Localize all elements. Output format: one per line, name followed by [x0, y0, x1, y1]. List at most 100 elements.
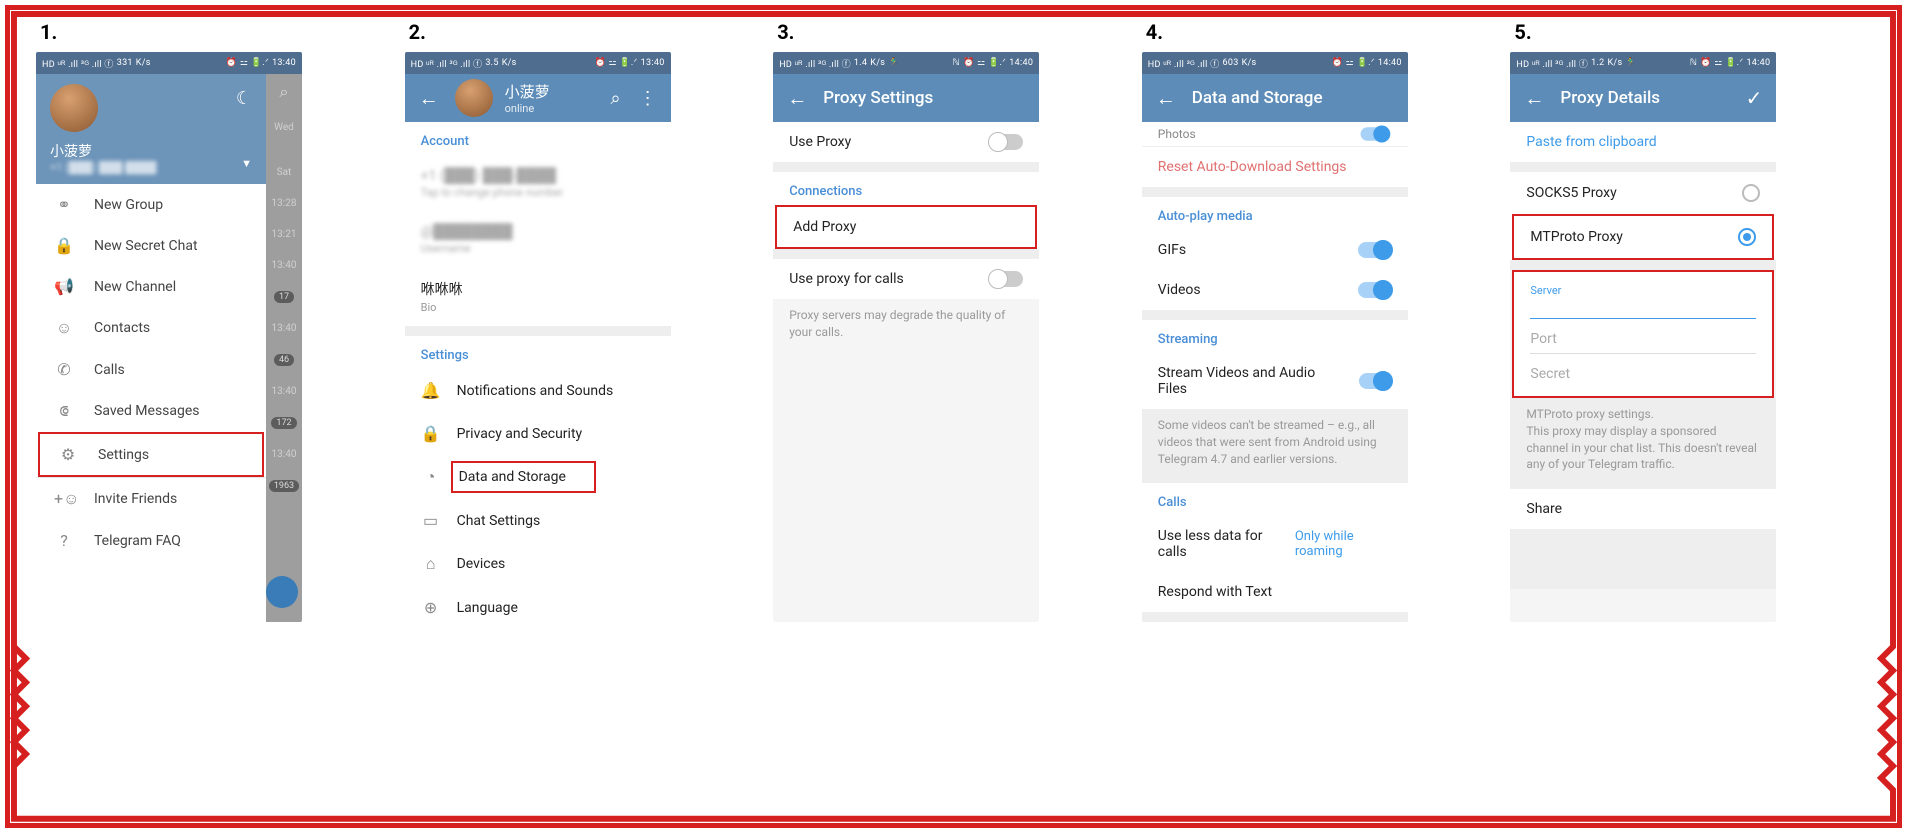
add-proxy-row[interactable]: Add Proxy	[775, 205, 1037, 249]
menu-invite-friends[interactable]: +☺Invite Friends	[36, 478, 266, 520]
account-phone-row[interactable]: +1 (███) ███-████Tap to change phone num…	[405, 155, 671, 211]
section-autoplay: Auto-play media	[1142, 197, 1408, 230]
use-proxy-toggle-row[interactable]: Use Proxy	[773, 122, 1039, 162]
account-username-row[interactable]: @████████Username	[405, 211, 671, 267]
toggle-off[interactable]	[989, 134, 1023, 150]
search-icon[interactable]: ⌕	[611, 88, 621, 109]
toggle-off[interactable]	[989, 271, 1023, 287]
lock-icon: 🔒	[421, 424, 441, 443]
account-dropdown-icon[interactable]: ▼	[241, 157, 252, 170]
chat-list-backdrop: ⌕ Wed Sat 13:28 13:21 13:40 17 13:40 46 …	[266, 74, 302, 622]
menu-new-group[interactable]: ⚭New Group	[36, 184, 266, 225]
drawer-phone: +1 (███) ███-████	[50, 161, 252, 174]
toggle-on[interactable]	[1360, 127, 1389, 141]
mtproto-option[interactable]: MTProto Proxy	[1512, 214, 1774, 260]
reset-autodownload[interactable]: Reset Auto-Download Settings	[1142, 147, 1408, 187]
data-storage-header: ← Data and Storage	[1142, 74, 1408, 122]
phone-screen-2: HD ᵘᴿ .ıll ³ᴳ .ıll ⓕ3.5K/s ⏰ ⚍ 🔋.ᐟ13:40 …	[405, 52, 671, 622]
use-proxy-calls-row[interactable]: Use proxy for calls	[773, 259, 1039, 299]
server-field[interactable]: Server	[1514, 278, 1772, 327]
add-person-icon: +☺	[54, 489, 74, 509]
photos-row[interactable]: Photos	[1142, 122, 1408, 146]
bookmark-icon: ⟃	[54, 401, 74, 421]
mtproto-hint: MTProto proxy settings. This proxy may d…	[1510, 398, 1776, 489]
menu-calls[interactable]: ✆Calls	[36, 349, 266, 390]
port-field[interactable]: Port	[1514, 327, 1772, 362]
less-data-row[interactable]: Use less data for callsOnly while roamin…	[1142, 516, 1408, 572]
stream-row[interactable]: Stream Videos and Audio Files	[1142, 353, 1408, 409]
online-status: online	[505, 102, 550, 115]
save-check-icon[interactable]: ✓	[1746, 86, 1763, 110]
phone-screen-3: HD ᵘᴿ .ıll ³ᴳ .ıll ⓕ1.4K/s🏃‍♂️ ℕ⏰ ⚍ 🔋.ᐟ1…	[773, 52, 1039, 622]
toggle-on[interactable]	[1359, 373, 1392, 389]
server-input[interactable]	[1530, 298, 1756, 319]
bell-icon: 🔔	[421, 381, 441, 400]
radio-off[interactable]	[1742, 184, 1760, 202]
page-title: Proxy Settings	[823, 88, 933, 108]
statusbar: HD ᵘᴿ .ıll ³ᴳ .ıll ⓕ1.2K/s🏃‍♂️ ℕ⏰ ⚍ 🔋.ᐟ1…	[1510, 52, 1776, 74]
settings-notifications[interactable]: 🔔Notifications and Sounds	[405, 369, 671, 412]
statusbar: HD ᵘᴿ .ıll ³ᴳ .ıll ⓕ3.5K/s ⏰ ⚍ 🔋.ᐟ13:40	[405, 52, 671, 74]
menu-new-channel[interactable]: 📢New Channel	[36, 266, 266, 307]
statusbar: HD ᵘᴿ .ıll ³ᴳ .ıll ⓕ1.4K/s🏃‍♂️ ℕ⏰ ⚍ 🔋.ᐟ1…	[773, 52, 1039, 74]
socks5-option[interactable]: SOCKS5 Proxy	[1510, 172, 1776, 214]
proxy-details-header: ← Proxy Details ✓	[1510, 74, 1776, 122]
gifs-row[interactable]: GIFs	[1142, 230, 1408, 270]
radio-on[interactable]	[1738, 228, 1756, 246]
videos-row[interactable]: Videos	[1142, 270, 1408, 310]
share-row[interactable]: Share	[1510, 489, 1776, 529]
proxy-calls-hint: Proxy servers may degrade the quality of…	[773, 299, 1039, 357]
paste-clipboard[interactable]: Paste from clipboard	[1510, 122, 1776, 162]
settings-header: ← 小菠萝 online ⌕ ⋮	[405, 74, 671, 122]
profile-name: 小菠萝	[505, 81, 550, 102]
proxy-settings-header: ← Proxy Settings	[773, 74, 1039, 122]
back-icon[interactable]: ←	[787, 86, 807, 111]
phone-screen-4: HD ᵘᴿ .ıll ³ᴳ .ıll ⓕ603K/s ⏰ ⚍ 🔋.ᐟ14:40 …	[1142, 52, 1408, 622]
menu-settings[interactable]: ⚙Settings	[38, 432, 264, 477]
search-icon[interactable]: ⌕	[280, 82, 289, 102]
back-icon[interactable]: ←	[1524, 86, 1544, 111]
phone-screen-1: HD ᵘᴿ .ıll ³ᴳ .ıll ⓕ331K/s ⏰ ⚍ 🔋.ᐟ13:40 …	[36, 52, 302, 622]
person-icon: ☺	[54, 318, 74, 338]
night-mode-icon[interactable]: ☾	[236, 88, 252, 109]
section-account: Account	[405, 122, 671, 155]
section-streaming: Streaming	[1142, 320, 1408, 353]
data-icon: ◔	[421, 467, 441, 487]
step-number: 4.	[1146, 20, 1503, 44]
stream-hint: Some videos can't be streamed – e.g., al…	[1142, 409, 1408, 483]
phone-icon: ✆	[54, 360, 74, 379]
lock-icon: 🔒	[54, 236, 74, 255]
toggle-on[interactable]	[1358, 282, 1392, 298]
drawer-header: ☾ 小菠萝 +1 (███) ███-████ ▼	[36, 74, 266, 184]
menu-saved-messages[interactable]: ⟃Saved Messages	[36, 390, 266, 432]
section-calls: Calls	[1142, 483, 1408, 516]
settings-privacy[interactable]: 🔒Privacy and Security	[405, 412, 671, 455]
step-number: 1.	[40, 20, 397, 44]
back-icon[interactable]: ←	[1156, 86, 1176, 111]
toggle-on[interactable]	[1358, 242, 1392, 258]
menu-new-secret-chat[interactable]: 🔒New Secret Chat	[36, 225, 266, 266]
statusbar: HD ᵘᴿ .ıll ³ᴳ .ıll ⓕ331K/s ⏰ ⚍ 🔋.ᐟ13:40	[36, 52, 302, 74]
settings-chat[interactable]: ▭Chat Settings	[405, 499, 671, 542]
globe-icon: ⊕	[421, 598, 441, 617]
step-number: 3.	[777, 20, 1134, 44]
more-icon[interactable]: ⋮	[639, 88, 657, 109]
settings-devices[interactable]: ⌂Devices	[405, 542, 671, 586]
avatar[interactable]	[455, 79, 493, 117]
menu-contacts[interactable]: ☺Contacts	[36, 307, 266, 349]
menu-faq[interactable]: ?Telegram FAQ	[36, 520, 266, 561]
respond-text-row[interactable]: Respond with Text	[1142, 572, 1408, 612]
avatar[interactable]	[50, 84, 98, 132]
settings-data-storage[interactable]: ◔Data and Storage	[405, 455, 671, 499]
compose-fab[interactable]	[266, 576, 298, 608]
secret-field[interactable]: Secret	[1514, 362, 1772, 390]
back-icon[interactable]: ←	[419, 86, 439, 111]
section-connections: Connections	[773, 172, 1039, 205]
statusbar: HD ᵘᴿ .ıll ³ᴳ .ıll ⓕ603K/s ⏰ ⚍ 🔋.ᐟ14:40	[1142, 52, 1408, 74]
megaphone-icon: 📢	[54, 277, 74, 296]
laptop-icon: ⌂	[421, 554, 441, 574]
group-icon: ⚭	[54, 195, 74, 214]
page-title: Proxy Details	[1560, 88, 1660, 108]
account-bio-row[interactable]: 咻咻咻Bio	[405, 267, 671, 326]
settings-language[interactable]: ⊕Language	[405, 586, 671, 622]
